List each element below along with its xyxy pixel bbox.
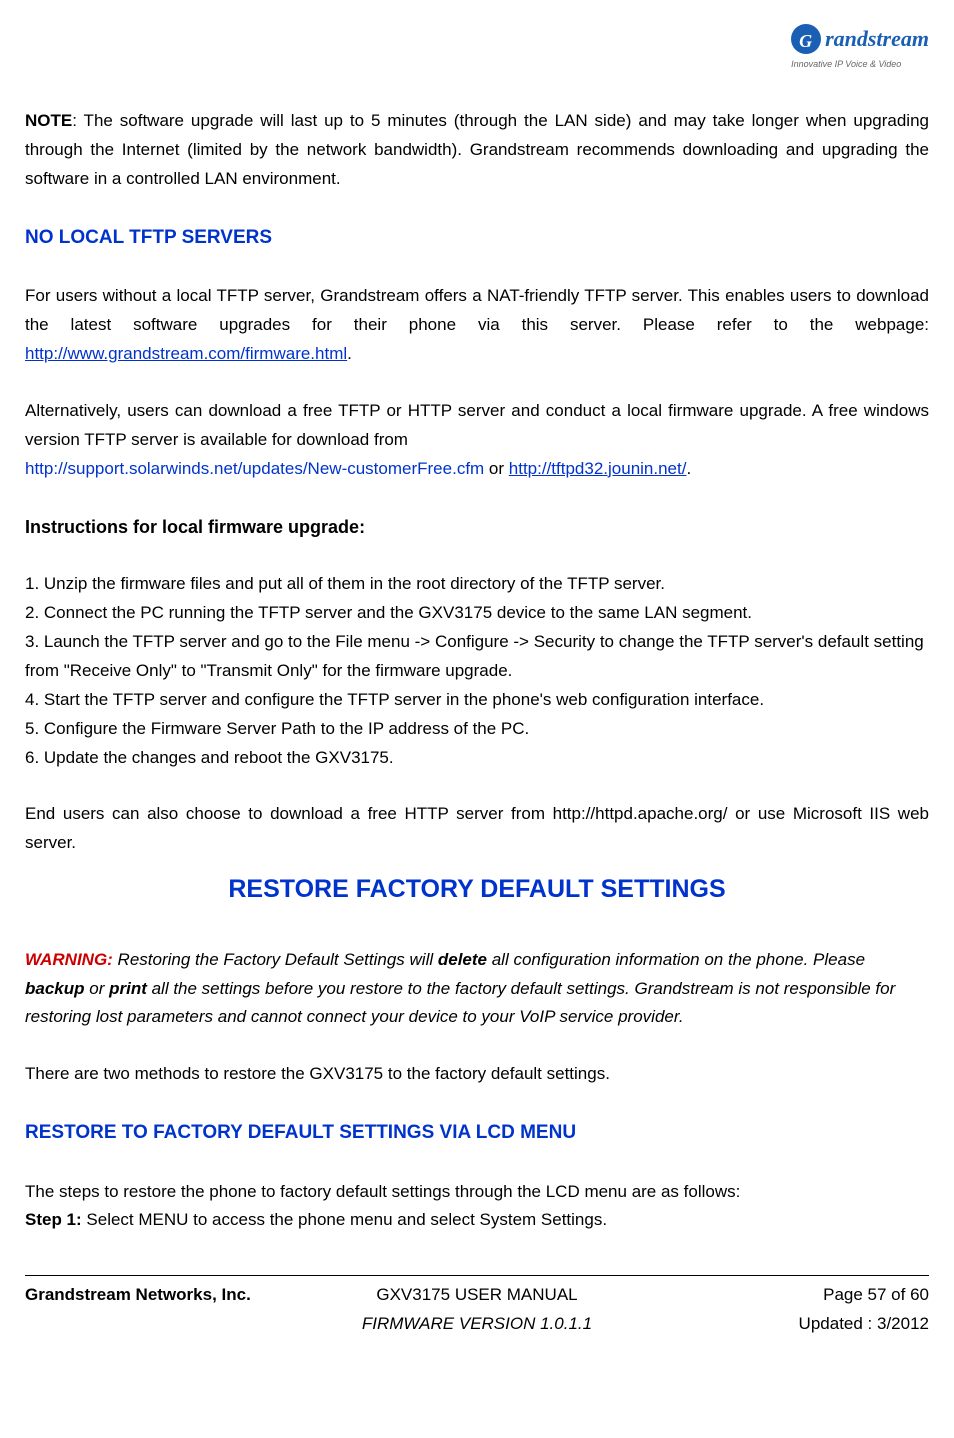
warning-label: WARNING:: [25, 950, 113, 969]
warning-bold2: backup: [25, 979, 85, 998]
restore-factory-title: RESTORE FACTORY DEFAULT SETTINGS: [25, 868, 929, 911]
step-3: 3. Launch the TFTP server and go to the …: [25, 628, 929, 686]
logo-brand: randstream: [791, 20, 929, 57]
logo: randstream Innovative IP Voice & Video: [791, 20, 929, 73]
grandstream-firmware-link[interactable]: http://www.grandstream.com/firmware.html: [25, 344, 347, 363]
note-label: NOTE: [25, 111, 72, 130]
footer-company: Grandstream Networks, Inc.: [25, 1281, 323, 1310]
alt-suffix: .: [686, 459, 691, 478]
footer-firmware-version: FIRMWARE VERSION 1.0.1.1: [328, 1310, 626, 1339]
two-methods-paragraph: There are two methods to restore the GXV…: [25, 1060, 929, 1089]
footer-center: GXV3175 USER MANUAL FIRMWARE VERSION 1.0…: [328, 1281, 626, 1339]
tftp-server-paragraph: For users without a local TFTP server, G…: [25, 282, 929, 369]
logo-text: randstream: [825, 20, 929, 57]
step-6: 6. Update the changes and reboot the GXV…: [25, 744, 929, 773]
logo-container: randstream Innovative IP Voice & Video: [25, 20, 929, 77]
http-server-paragraph: End users can also choose to download a …: [25, 800, 929, 858]
solarwinds-link: http://support.solarwinds.net/updates/Ne…: [25, 459, 484, 478]
instructions-label: Instructions for local firmware upgrade: [25, 517, 359, 537]
footer-manual-title: GXV3175 USER MANUAL: [328, 1281, 626, 1310]
warning-text3: or: [85, 979, 110, 998]
footer-updated-date: Updated : 3/2012: [631, 1310, 929, 1339]
tftp-prefix: For users without a local TFTP server, G…: [25, 286, 929, 334]
note-paragraph: NOTE: The software upgrade will last up …: [25, 107, 929, 194]
tftpd32-link[interactable]: http://tftpd32.jounin.net/: [509, 459, 687, 478]
lcd-steps-intro: The steps to restore the phone to factor…: [25, 1178, 929, 1207]
alt-links-line: http://support.solarwinds.net/updates/Ne…: [25, 455, 929, 484]
warning-bold1: delete: [438, 950, 487, 969]
warning-bold3: print: [109, 979, 147, 998]
firmware-steps-list: 1. Unzip the firmware files and put all …: [25, 570, 929, 772]
warning-paragraph: WARNING: Restoring the Factory Default S…: [25, 946, 929, 1033]
note-text: : The software upgrade will last up to 5…: [25, 111, 929, 188]
warning-text4: all the settings before you restore to t…: [25, 979, 895, 1027]
footer-right: Page 57 of 60 Updated : 3/2012: [631, 1281, 929, 1339]
step-5: 5. Configure the Firmware Server Path to…: [25, 715, 929, 744]
page-footer: Grandstream Networks, Inc. GXV3175 USER …: [25, 1275, 929, 1339]
heading-restore-lcd: RESTORE TO FACTORY DEFAULT SETTINGS VIA …: [25, 1117, 929, 1149]
step1-text: Select MENU to access the phone menu and…: [82, 1210, 607, 1229]
heading-no-local-tftp: NO LOCAL TFTP SERVERS: [25, 222, 929, 254]
warning-text2: all configuration information on the pho…: [487, 950, 865, 969]
step-4: 4. Start the TFTP server and configure t…: [25, 686, 929, 715]
logo-tagline: Innovative IP Voice & Video: [791, 57, 929, 72]
logo-g-icon: [791, 24, 821, 54]
step-2: 2. Connect the PC running the TFTP serve…: [25, 599, 929, 628]
tftp-suffix: .: [347, 344, 352, 363]
alternative-tftp-paragraph: Alternatively, users can download a free…: [25, 397, 929, 484]
lcd-step-1: Step 1: Select MENU to access the phone …: [25, 1206, 929, 1235]
step-1: 1. Unzip the firmware files and put all …: [25, 570, 929, 599]
footer-page-number: Page 57 of 60: [631, 1281, 929, 1310]
alt-middle: or: [484, 459, 509, 478]
instructions-subheading: Instructions for local firmware upgrade:: [25, 512, 929, 543]
alt-line1: Alternatively, users can download a free…: [25, 397, 929, 455]
step1-label: Step 1:: [25, 1210, 82, 1229]
warning-text1: Restoring the Factory Default Settings w…: [113, 950, 438, 969]
